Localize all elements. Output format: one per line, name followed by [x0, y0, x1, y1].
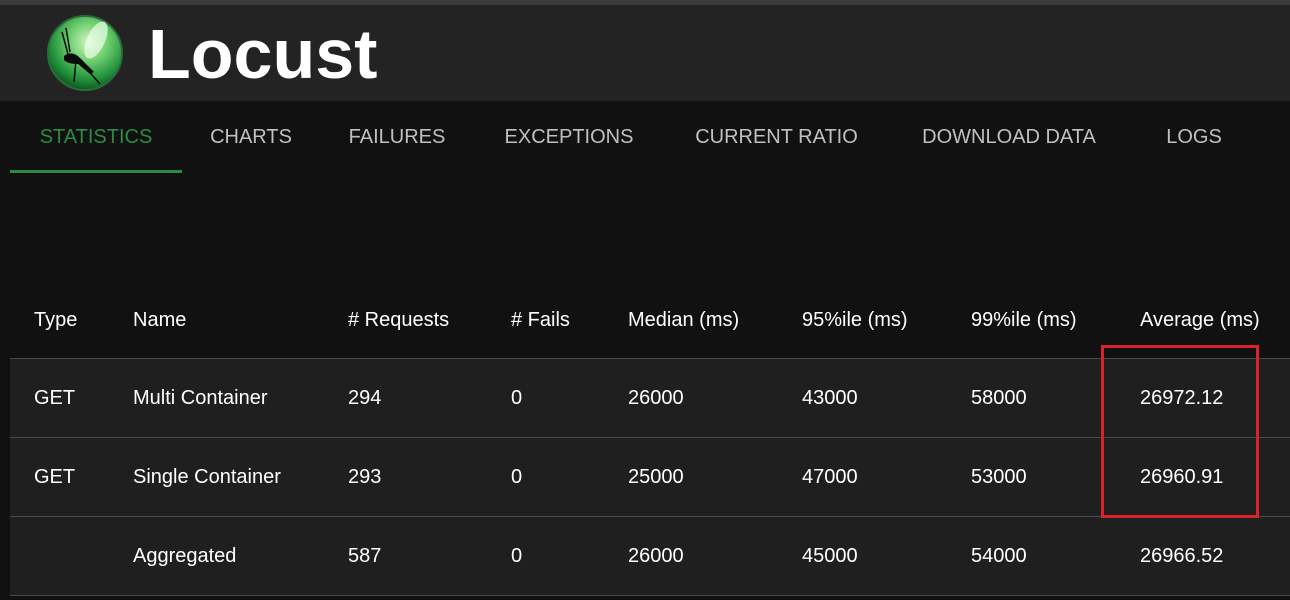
header-p95[interactable]: 95%ile (ms): [802, 283, 971, 359]
cell-name: Single Container: [133, 437, 348, 517]
cell-requests: 587: [348, 516, 511, 596]
cell-fails: 0: [511, 437, 628, 517]
header-fails[interactable]: # Fails: [511, 283, 628, 359]
cell-average: 26972.12: [1140, 358, 1290, 438]
cell-median: 26000: [628, 358, 802, 438]
tab-failures[interactable]: FAILURES: [338, 101, 456, 173]
nav-tabs: STATISTICS CHARTS FAILURES EXCEPTIONS CU…: [0, 101, 1290, 173]
header-average[interactable]: Average (ms): [1140, 283, 1290, 359]
table-row: GET Single Container 293 0 25000 47000 5…: [10, 437, 1290, 517]
cell-p99: 54000: [971, 516, 1140, 596]
cell-type: GET: [10, 358, 133, 438]
tab-logs[interactable]: LOGS: [1158, 101, 1230, 173]
statistics-table: Type Name # Requests # Fails Median (ms)…: [10, 283, 1290, 596]
cell-average: 26960.91: [1140, 437, 1290, 517]
cell-p99: 53000: [971, 437, 1140, 517]
cell-requests: 293: [348, 437, 511, 517]
app-header: Locust: [0, 5, 1290, 101]
header-requests[interactable]: # Requests: [348, 283, 511, 359]
header-p99[interactable]: 99%ile (ms): [971, 283, 1140, 359]
statistics-panel: Type Name # Requests # Fails Median (ms)…: [0, 173, 1290, 600]
header-name[interactable]: Name: [133, 283, 348, 359]
cell-p95: 47000: [802, 437, 971, 517]
cell-name: Multi Container: [133, 358, 348, 438]
cell-median: 26000: [628, 516, 802, 596]
tab-current-ratio[interactable]: CURRENT RATIO: [680, 101, 873, 173]
cell-type: [10, 516, 133, 596]
tab-charts[interactable]: CHARTS: [200, 101, 302, 173]
table-row: GET Multi Container 294 0 26000 43000 58…: [10, 358, 1290, 438]
cell-name: Aggregated: [133, 516, 348, 596]
cell-type: GET: [10, 437, 133, 517]
cell-fails: 0: [511, 358, 628, 438]
tab-exceptions[interactable]: EXCEPTIONS: [490, 101, 648, 173]
cell-requests: 294: [348, 358, 511, 438]
app-title: Locust: [148, 15, 378, 93]
header-median[interactable]: Median (ms): [628, 283, 802, 359]
locust-logo-icon[interactable]: [46, 14, 124, 92]
cell-median: 25000: [628, 437, 802, 517]
cell-fails: 0: [511, 516, 628, 596]
cell-p95: 43000: [802, 358, 971, 438]
header-type[interactable]: Type: [10, 283, 133, 359]
table-header-row: Type Name # Requests # Fails Median (ms)…: [10, 283, 1290, 359]
cell-p95: 45000: [802, 516, 971, 596]
table-row-aggregated: Aggregated 587 0 26000 45000 54000 26966…: [10, 516, 1290, 596]
cell-average: 26966.52: [1140, 516, 1290, 596]
tab-statistics[interactable]: STATISTICS: [10, 101, 182, 173]
tab-download-data[interactable]: DOWNLOAD DATA: [906, 101, 1112, 173]
cell-p99: 58000: [971, 358, 1140, 438]
